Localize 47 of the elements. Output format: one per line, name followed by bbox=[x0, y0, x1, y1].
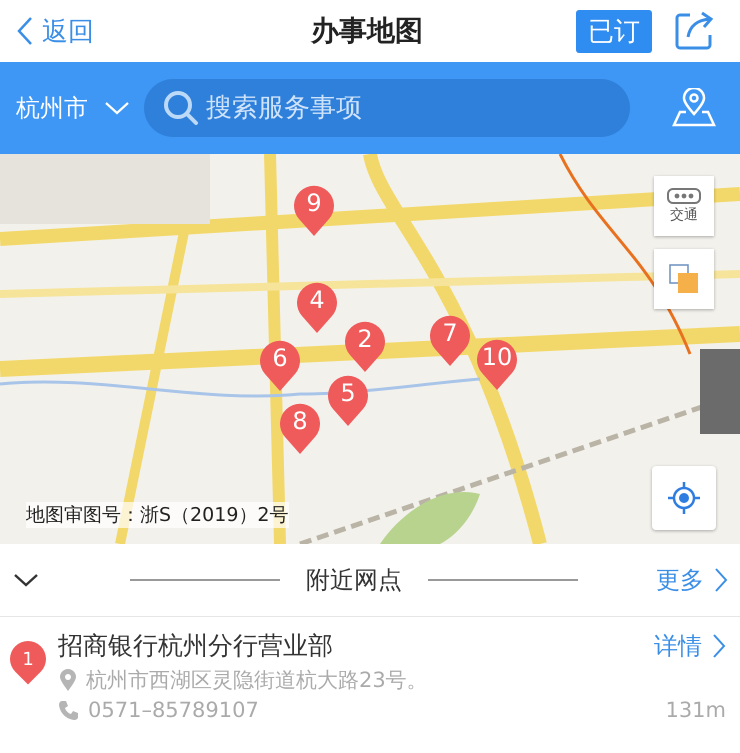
marker-number: 2 bbox=[356, 324, 374, 354]
crosshair-icon bbox=[667, 481, 701, 515]
back-chevron-icon bbox=[16, 15, 34, 47]
traffic-button[interactable]: 交通 bbox=[654, 176, 714, 236]
collapse-chevron-icon[interactable] bbox=[12, 571, 40, 589]
more-link[interactable]: 更多 bbox=[656, 564, 728, 596]
location-pin-icon bbox=[58, 668, 78, 692]
marker-number: 1 bbox=[22, 648, 34, 670]
map-location-icon[interactable] bbox=[672, 88, 716, 128]
marker-number: 10 bbox=[480, 342, 514, 372]
map-marker[interactable]: 9 bbox=[293, 183, 335, 237]
map-license-text: 地图审图号：浙S（2019）2号 bbox=[26, 502, 289, 528]
phone-number: 0571–85789107 bbox=[88, 698, 259, 722]
city-dropdown[interactable]: 杭州市 bbox=[16, 92, 130, 124]
search-input[interactable]: 搜索服务事项 bbox=[204, 92, 630, 124]
back-button[interactable]: 返回 bbox=[12, 10, 98, 52]
subscribe-button[interactable]: 已订 bbox=[576, 10, 652, 52]
search-field[interactable]: 搜索服务事项 bbox=[144, 79, 630, 137]
address-text: 杭州市西湖区灵隐街道杭大路23号。 bbox=[86, 667, 428, 694]
map-marker[interactable]: 10 bbox=[476, 337, 518, 391]
chevron-right-icon bbox=[712, 632, 726, 658]
marker-number: 5 bbox=[339, 378, 357, 408]
marker-number: 4 bbox=[308, 285, 326, 315]
branch-name: 招商银行杭州分行营业部 bbox=[58, 630, 333, 662]
map-marker[interactable]: 6 bbox=[259, 338, 301, 392]
distance-text: 131m bbox=[665, 698, 726, 722]
search-icon bbox=[162, 89, 200, 127]
locate-button[interactable] bbox=[652, 466, 716, 530]
map-marker[interactable]: 7 bbox=[429, 313, 471, 367]
map-marker[interactable]: 2 bbox=[344, 319, 386, 373]
marker-number: 6 bbox=[271, 343, 289, 373]
page-title: 办事地图 bbox=[311, 13, 423, 49]
chevron-down-icon bbox=[104, 100, 130, 116]
marker-number: 7 bbox=[441, 318, 459, 348]
chevron-right-icon bbox=[714, 567, 728, 593]
marker-number: 9 bbox=[305, 188, 323, 218]
map-marker[interactable]: 4 bbox=[296, 280, 338, 334]
section-title: 附近网点 bbox=[306, 565, 402, 596]
share-icon[interactable] bbox=[674, 11, 714, 51]
traffic-icon bbox=[667, 188, 701, 204]
map-marker[interactable]: 8 bbox=[279, 401, 321, 455]
layers-icon bbox=[668, 263, 700, 295]
map-marker[interactable]: 5 bbox=[327, 373, 369, 427]
marker-number: 8 bbox=[291, 406, 309, 436]
phone-icon bbox=[58, 699, 80, 721]
layers-button[interactable] bbox=[654, 249, 714, 309]
details-link[interactable]: 详情 bbox=[654, 630, 726, 662]
